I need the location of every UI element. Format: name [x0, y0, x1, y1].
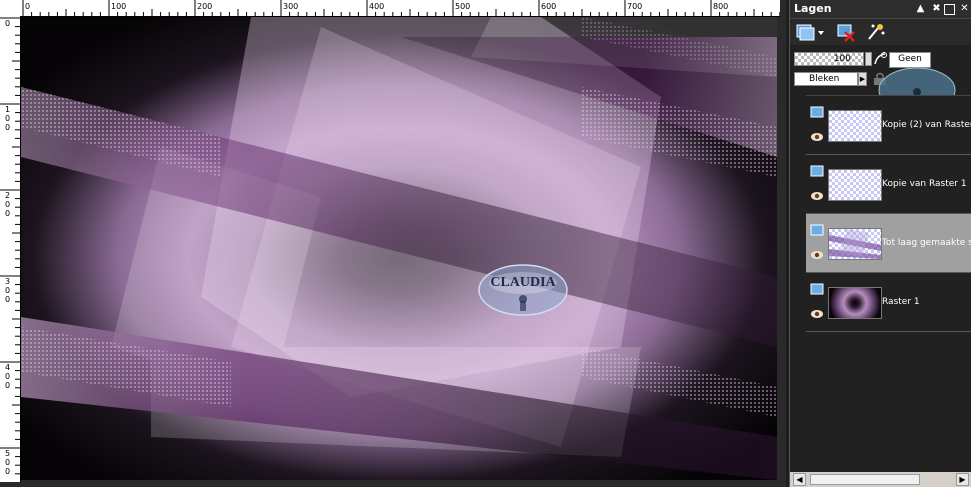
ruler-left-label: 2: [5, 191, 10, 200]
eye-icon[interactable]: [810, 250, 824, 260]
ruler-left-ticks: 0100200300400500: [0, 17, 20, 476]
layer-thumbnail: [828, 169, 882, 201]
ruler-top-label: 500: [455, 2, 470, 11]
ruler-left-label: 0: [5, 458, 10, 467]
image-canvas[interactable]: [21, 17, 777, 480]
layer-list: Kopie (2) van Raster 1 Kopie van Raster …: [806, 95, 971, 471]
ruler-top-label: 100: [111, 2, 126, 11]
scroll-left-icon[interactable]: ◀: [793, 473, 806, 486]
ruler-top-label: 600: [541, 2, 556, 11]
layer-type-icon: [810, 165, 824, 177]
ruler-left-label: 4: [5, 363, 10, 372]
ruler-left-label: 5: [5, 449, 10, 458]
scroll-right-icon[interactable]: ▶: [956, 473, 969, 486]
selection-thumb-art: [829, 229, 881, 259]
scrollbar-thumb[interactable]: [810, 474, 920, 485]
canvas-area: 0 100 200 300 400 500 600 700 800 01002003004005…: [0, 0, 786, 487]
ruler-top-label: 0: [25, 2, 30, 11]
panel-title: Lagen: [794, 2, 832, 15]
eye-icon[interactable]: [810, 132, 824, 142]
panel-toolbar: [790, 19, 971, 45]
ruler-left-label: 0: [5, 19, 10, 28]
close-icon[interactable]: ✖: [930, 2, 943, 15]
layer-row-selectie[interactable]: Tot laag gemaakte selectie: [806, 214, 971, 273]
eye-icon[interactable]: [810, 309, 824, 319]
ruler-top-ticks: 0 100 200 300 400 500 600 700 800: [22, 0, 780, 16]
ruler-left-label: 0: [5, 372, 10, 381]
ruler-left-label: 0: [5, 286, 10, 295]
layer-type-icon: [810, 224, 824, 236]
ruler-left-label: 0: [5, 209, 10, 218]
ruler-top-label: 700: [627, 2, 642, 11]
ruler-top-label: 800: [713, 2, 728, 11]
layer-row-kopie-2[interactable]: Kopie (2) van Raster 1: [806, 96, 971, 155]
ruler-top-label: 200: [197, 2, 212, 11]
ruler-left-label: 0: [5, 467, 10, 476]
layer-name: Kopie van Raster 1: [882, 179, 967, 189]
layer-row-kopie-1[interactable]: Kopie van Raster 1: [806, 155, 971, 214]
layer-type-icon: [810, 283, 824, 295]
ruler-left: 0100200300400500: [0, 16, 21, 482]
layer-name: Tot laag gemaakte selectie: [882, 238, 971, 248]
ruler-left-label: 3: [5, 277, 10, 286]
ruler-corner: [0, 0, 21, 17]
pin-icon[interactable]: ▲: [914, 2, 927, 15]
ruler-top-label: 300: [283, 2, 298, 11]
watermark-text: CLAUDIA: [490, 275, 556, 290]
eye-icon[interactable]: [810, 191, 824, 201]
ruler-left-label: 0: [5, 114, 10, 123]
opacity-input[interactable]: 100: [794, 52, 864, 66]
close-x-icon[interactable]: ✕: [958, 2, 971, 15]
ruler-top-label: 400: [369, 2, 384, 11]
watermark-logo: CLAUDIA: [478, 264, 568, 316]
layer-name: Kopie (2) van Raster 1: [882, 120, 971, 130]
layer-row-raster-1[interactable]: Raster 1: [806, 273, 971, 332]
layer-thumbnail: [828, 287, 882, 319]
canvas-artwork: [21, 17, 777, 480]
layer-thumbnail: [828, 110, 882, 142]
blend-mode-arrow-icon[interactable]: ▶: [858, 72, 867, 86]
ruler-top: 0 100 200 300 400 500 600 700 800: [20, 0, 780, 17]
delete-layer-icon[interactable]: [836, 22, 856, 42]
layers-panel: Lagen ▲ ✖ ✕ 100 Geen Bleken ▶ Kopie (2) …: [789, 0, 971, 487]
effects-icon[interactable]: [866, 22, 886, 42]
ruler-left-label: 0: [5, 200, 10, 209]
ruler-left-label: 0: [5, 123, 10, 132]
layer-list-scrollbar[interactable]: ◀ ▶: [790, 472, 971, 487]
ruler-left-label: 1: [5, 105, 10, 114]
new-layer-icon[interactable]: [795, 22, 825, 42]
mask-link-icon[interactable]: [872, 51, 888, 67]
panel-titlebar: Lagen ▲ ✖ ✕: [790, 0, 971, 19]
ruler-left-label: 0: [5, 381, 10, 390]
opacity-spinner[interactable]: [865, 52, 872, 66]
watermark-badge: CLAUDIA: [478, 263, 568, 317]
layer-type-icon: [810, 106, 824, 118]
blend-mode-select[interactable]: Bleken: [794, 72, 858, 86]
layer-name: Raster 1: [882, 297, 920, 307]
ruler-left-label: 0: [5, 295, 10, 304]
maximize-icon[interactable]: [944, 4, 955, 15]
layer-thumbnail: [828, 228, 882, 260]
